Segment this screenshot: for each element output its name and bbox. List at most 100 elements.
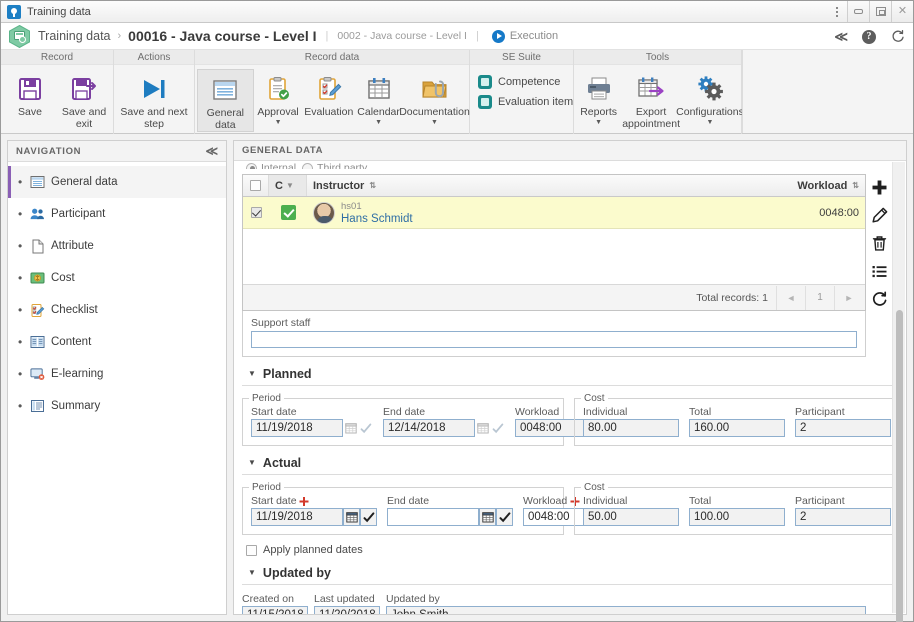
calendar-picker-icon[interactable]	[475, 419, 490, 437]
planned-individual-input[interactable]: 80.00	[583, 419, 679, 437]
evaluation-item-icon	[478, 95, 492, 109]
current-page-number[interactable]: 1	[805, 285, 834, 310]
calendar-picker-icon[interactable]	[343, 508, 360, 526]
export-appointment-button[interactable]: Export appointment	[621, 69, 681, 130]
ribbon-button-calendar[interactable]: Calendar ▼	[355, 69, 402, 129]
previous-page-button[interactable]: ◄	[776, 285, 805, 310]
save-button[interactable]: Save	[3, 69, 57, 129]
clear-date-icon[interactable]	[360, 508, 377, 526]
actual-participant-input[interactable]: 2	[795, 508, 891, 526]
sidebar-item-participant[interactable]: • Participant	[8, 198, 226, 230]
main-vertical-scrollbar[interactable]	[892, 162, 905, 622]
chevron-down-icon[interactable]: ▼	[595, 119, 602, 126]
actual-section-header[interactable]: ▼ Actual	[248, 456, 892, 470]
execution-status[interactable]: Execution	[491, 29, 558, 43]
planned-participant-input[interactable]: 2	[795, 419, 891, 437]
table-row[interactable]: hs01 Hans Schmidt 0048:00	[243, 197, 865, 229]
actual-cost-fieldset: Cost Individual 50.00 Total 100.00 Parti…	[574, 482, 900, 535]
planned-end-date-input[interactable]: 12/14/2018	[383, 419, 475, 437]
ribbon-tab-general-data[interactable]: General data	[197, 69, 254, 132]
support-staff-input[interactable]	[251, 331, 857, 348]
actual-end-date-input[interactable]	[387, 508, 479, 526]
sidebar-item-cost[interactable]: • Cost	[8, 262, 226, 294]
collapse-ribbon-icon[interactable]: ≪	[834, 30, 848, 43]
se-suite-link-evaluation-item[interactable]: Evaluation item	[478, 95, 573, 109]
save-and-exit-button[interactable]: Save and exit	[57, 69, 111, 130]
save-and-next-step-button[interactable]: Save and next step	[116, 69, 192, 130]
next-page-button[interactable]: ►	[834, 285, 863, 310]
calendar-picker-icon[interactable]	[479, 508, 496, 526]
sidebar-item-checklist[interactable]: • Checklist	[8, 294, 226, 326]
clear-date-icon[interactable]	[358, 419, 373, 437]
actual-total-input[interactable]: 100.00	[689, 508, 785, 526]
chevron-down-icon[interactable]: ▼	[431, 119, 438, 126]
se-suite-link-competence[interactable]: Competence	[478, 75, 573, 89]
actual-end-date-label: End date	[387, 495, 430, 507]
select-all-checkbox[interactable]	[250, 180, 261, 191]
clear-date-icon[interactable]	[496, 508, 513, 526]
configurations-button[interactable]: Configurations ▼	[676, 69, 744, 129]
ribbon-group-actions: Actions Save and next step	[114, 50, 195, 134]
column-header-instructor[interactable]: Instructor ⇅	[307, 175, 779, 196]
calendar-picker-icon[interactable]	[343, 419, 358, 437]
list-icon[interactable]	[870, 262, 888, 280]
sidebar-item-general-data[interactable]: • General data	[8, 166, 226, 198]
bullet-icon: •	[18, 367, 23, 381]
chevron-down-icon[interactable]: ▼	[248, 370, 256, 378]
edit-pencil-icon[interactable]	[870, 206, 888, 224]
row-select-checkbox[interactable]	[250, 207, 262, 218]
collapse-navigation-icon[interactable]: ≪	[205, 145, 218, 157]
help-icon[interactable]: ?	[862, 29, 876, 44]
refresh-icon[interactable]	[870, 290, 888, 308]
chevron-down-icon[interactable]: ▼	[248, 459, 256, 467]
maximize-button[interactable]	[869, 1, 891, 22]
sort-icon[interactable]: ⇅	[369, 181, 376, 190]
actual-start-date-label-text: Start date	[251, 495, 297, 507]
sidebar-item-content[interactable]: • Content	[8, 326, 226, 358]
clear-date-icon[interactable]	[490, 419, 505, 437]
navigation-panel: NAVIGATION ≪ • General data • Participan…	[7, 140, 227, 615]
ribbon-button-evaluation[interactable]: Evaluation	[302, 69, 355, 129]
chevron-down-icon[interactable]: ▼	[375, 119, 382, 126]
updated-by-section-header[interactable]: ▼ Updated by	[248, 566, 892, 580]
close-button[interactable]: ✕	[891, 1, 913, 22]
row-instructor-cell: hs01 Hans Schmidt	[307, 197, 779, 228]
ribbon-button-documentation[interactable]: Documentation ▼	[399, 69, 470, 129]
breadcrumb-root[interactable]: Training data	[38, 29, 111, 43]
add-icon[interactable]	[870, 178, 888, 196]
chevron-down-icon[interactable]: ▼	[275, 119, 282, 126]
apply-planned-dates-label: Apply planned dates	[263, 544, 363, 556]
scrollbar-thumb[interactable]	[896, 310, 903, 622]
sidebar-item-attribute[interactable]: • Attribute	[8, 230, 226, 262]
actual-start-date-input[interactable]: 11/19/2018	[251, 508, 343, 526]
column-header-c[interactable]: C ▼	[269, 175, 307, 196]
delete-trash-icon[interactable]	[870, 234, 888, 252]
sidebar-item-e-learning[interactable]: • E-learning	[8, 358, 226, 390]
instructor-name[interactable]: Hans Schmidt	[341, 213, 413, 225]
header-subtitle: 0002 - Java course - Level I	[337, 30, 467, 42]
actual-individual-input[interactable]: 50.00	[583, 508, 679, 526]
planned-total-input[interactable]: 160.00	[689, 419, 785, 437]
sort-icon[interactable]: ⇅	[852, 181, 859, 190]
sort-descending-icon[interactable]: ▼	[286, 181, 294, 190]
chevron-down-icon[interactable]: ▼	[248, 569, 256, 577]
refresh-icon[interactable]	[890, 29, 905, 44]
select-all-header[interactable]	[243, 175, 269, 196]
apply-planned-dates-row[interactable]: Apply planned dates	[246, 544, 892, 556]
ribbon-button-label: Configurations	[676, 106, 744, 118]
updated-by-fields: Created on 11/15/2018 Last updated 11/20…	[242, 591, 866, 614]
reports-button[interactable]: Reports ▼	[576, 69, 621, 129]
apply-planned-dates-checkbox[interactable]	[246, 544, 257, 556]
radio-internal[interactable]: Internal	[246, 162, 296, 169]
minimize-button[interactable]	[847, 1, 869, 22]
radio-third-party[interactable]: Third party	[302, 162, 367, 169]
planned-section-header[interactable]: ▼ Planned	[248, 367, 892, 381]
planned-start-date-input[interactable]: 11/19/2018	[251, 419, 343, 437]
sidebar-item-summary[interactable]: • Summary	[8, 390, 226, 422]
created-on-field: Created on 11/15/2018	[242, 593, 308, 614]
column-header-workload[interactable]: Workload ⇅	[779, 175, 865, 196]
chevron-down-icon[interactable]: ▼	[707, 119, 714, 126]
row-select-cell[interactable]	[243, 197, 269, 228]
ribbon-button-approval[interactable]: Approval ▼	[254, 69, 303, 129]
kebab-menu-icon[interactable]	[827, 1, 847, 23]
